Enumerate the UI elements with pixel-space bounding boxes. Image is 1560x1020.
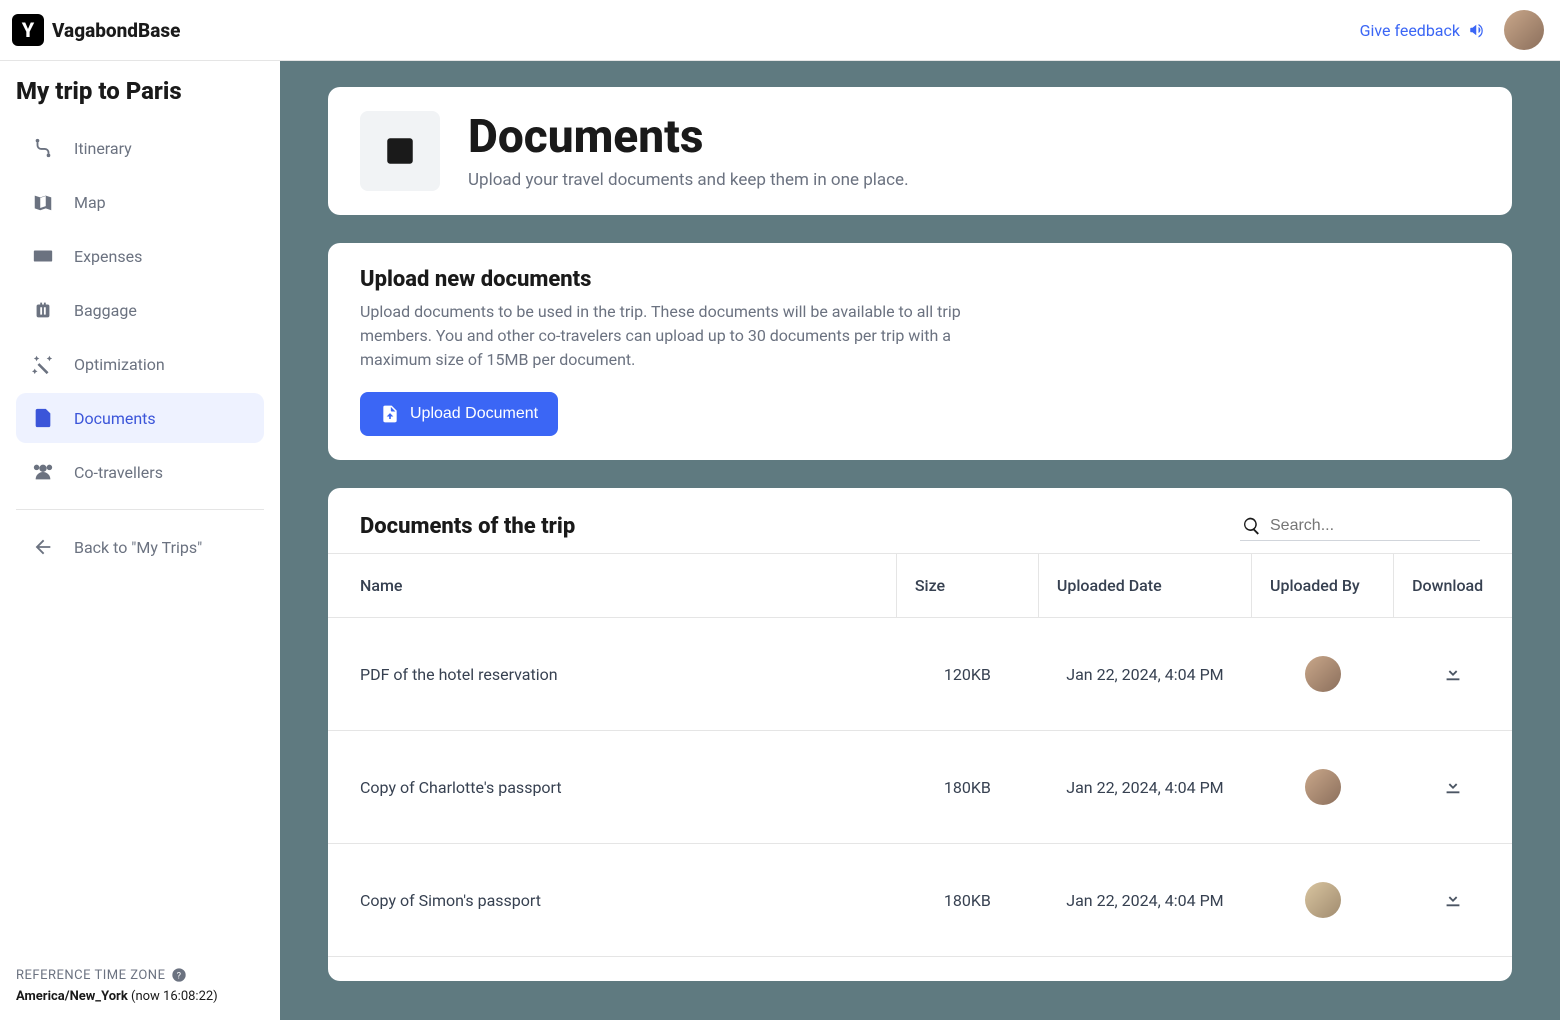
- sidebar-nav: Itinerary Map Expenses Baggage Optimizat…: [16, 123, 264, 572]
- table-row: Copy of Simon's passport180KBJan 22, 202…: [328, 844, 1512, 957]
- sidebar: My trip to Paris Itinerary Map Expenses …: [0, 61, 280, 1020]
- sidebar-item-label: Expenses: [74, 247, 142, 266]
- cell-download: [1394, 731, 1512, 844]
- upload-title: Upload new documents: [360, 267, 1480, 292]
- file-upload-icon: [380, 404, 400, 424]
- cell-uploaded-by: [1252, 731, 1394, 844]
- sidebar-item-label: Back to "My Trips": [74, 538, 202, 557]
- col-header-download[interactable]: Download: [1394, 554, 1512, 618]
- documents-list-title: Documents of the trip: [360, 514, 575, 539]
- sidebar-item-map[interactable]: Map: [16, 177, 264, 227]
- sidebar-item-label: Baggage: [74, 301, 137, 320]
- sidebar-item-label: Optimization: [74, 355, 165, 374]
- group-icon: [32, 461, 54, 483]
- sidebar-item-baggage[interactable]: Baggage: [16, 285, 264, 335]
- page-title: Documents: [468, 112, 909, 163]
- cell-name: Copy of Simon's passport: [328, 844, 896, 957]
- header-right: Give feedback: [1360, 10, 1544, 50]
- app-header: Y VagabondBase Give feedback: [0, 0, 1560, 61]
- route-icon: [32, 137, 54, 159]
- sidebar-item-itinerary[interactable]: Itinerary: [16, 123, 264, 173]
- sidebar-item-documents[interactable]: Documents: [16, 393, 264, 443]
- search-input[interactable]: [1270, 517, 1478, 535]
- sidebar-item-label: Itinerary: [74, 139, 132, 158]
- page-icon: [360, 111, 440, 191]
- brand-logo-icon: Y: [12, 14, 44, 46]
- cell-size: 180KB: [896, 844, 1038, 957]
- download-icon[interactable]: [1442, 661, 1464, 683]
- cell-name: PDF of the hotel reservation: [328, 618, 896, 731]
- brand-name: VagabondBase: [52, 19, 180, 42]
- sidebar-item-cotravellers[interactable]: Co-travellers: [16, 447, 264, 497]
- cell-date: Jan 22, 2024, 4:04 PM: [1038, 844, 1251, 957]
- upload-button-label: Upload Document: [410, 405, 538, 423]
- sidebar-item-label: Co-travellers: [74, 463, 163, 482]
- sidebar-footer: REFERENCE TIME ZONE ? America/New_York (…: [16, 967, 264, 1004]
- feedback-label: Give feedback: [1360, 21, 1460, 40]
- sidebar-item-label: Documents: [74, 409, 156, 428]
- uploader-avatar[interactable]: [1305, 656, 1341, 692]
- cell-size: 120KB: [896, 618, 1038, 731]
- table-row: Copy of Charlotte's passport180KBJan 22,…: [328, 731, 1512, 844]
- cell-size: 180KB: [896, 731, 1038, 844]
- cell-uploaded-by: [1252, 844, 1394, 957]
- svg-text:?: ?: [177, 970, 182, 981]
- uploader-avatar[interactable]: [1305, 769, 1341, 805]
- documents-table: Name Size Uploaded Date Uploaded By Down…: [328, 553, 1512, 957]
- give-feedback-link[interactable]: Give feedback: [1360, 21, 1486, 40]
- cell-download: [1394, 844, 1512, 957]
- search-icon: [1242, 516, 1262, 536]
- cell-download: [1394, 618, 1512, 731]
- cell-uploaded-by: [1252, 618, 1394, 731]
- trip-title: My trip to Paris: [16, 77, 264, 105]
- main-content: Documents Upload your travel documents a…: [280, 61, 1560, 1020]
- user-avatar[interactable]: [1504, 10, 1544, 50]
- documents-list-card: Documents of the trip Name Size Uploaded…: [328, 488, 1512, 981]
- sidebar-item-optimization[interactable]: Optimization: [16, 339, 264, 389]
- col-header-by[interactable]: Uploaded By: [1252, 554, 1394, 618]
- sidebar-item-expenses[interactable]: Expenses: [16, 231, 264, 281]
- sidebar-item-back[interactable]: Back to "My Trips": [16, 522, 264, 572]
- timezone-value: America/New_York (now 16:08:22): [16, 989, 264, 1004]
- document-icon: [32, 407, 54, 429]
- sidebar-divider: [16, 509, 264, 510]
- map-icon: [32, 191, 54, 213]
- article-icon: [383, 134, 417, 168]
- cell-date: Jan 22, 2024, 4:04 PM: [1038, 618, 1251, 731]
- col-header-size[interactable]: Size: [896, 554, 1038, 618]
- cell-date: Jan 22, 2024, 4:04 PM: [1038, 731, 1251, 844]
- credit-card-icon: [32, 245, 54, 267]
- uploader-avatar[interactable]: [1305, 882, 1341, 918]
- upload-card: Upload new documents Upload documents to…: [328, 243, 1512, 460]
- upload-description: Upload documents to be used in the trip.…: [360, 300, 980, 372]
- magic-wand-icon: [32, 353, 54, 375]
- sidebar-item-label: Map: [74, 193, 106, 212]
- arrow-left-icon: [32, 536, 54, 558]
- col-header-name[interactable]: Name: [328, 554, 896, 618]
- page-subtitle: Upload your travel documents and keep th…: [468, 170, 909, 190]
- download-icon[interactable]: [1442, 774, 1464, 796]
- megaphone-icon: [1468, 21, 1486, 39]
- timezone-label: REFERENCE TIME ZONE ?: [16, 967, 264, 983]
- cell-name: Copy of Charlotte's passport: [328, 731, 896, 844]
- download-icon[interactable]: [1442, 887, 1464, 909]
- table-row: PDF of the hotel reservation120KBJan 22,…: [328, 618, 1512, 731]
- help-icon[interactable]: ?: [171, 967, 187, 983]
- search-field[interactable]: [1240, 512, 1480, 541]
- col-header-date[interactable]: Uploaded Date: [1038, 554, 1251, 618]
- luggage-icon: [32, 299, 54, 321]
- page-header-card: Documents Upload your travel documents a…: [328, 87, 1512, 215]
- upload-document-button[interactable]: Upload Document: [360, 392, 558, 436]
- brand[interactable]: Y VagabondBase: [12, 14, 180, 46]
